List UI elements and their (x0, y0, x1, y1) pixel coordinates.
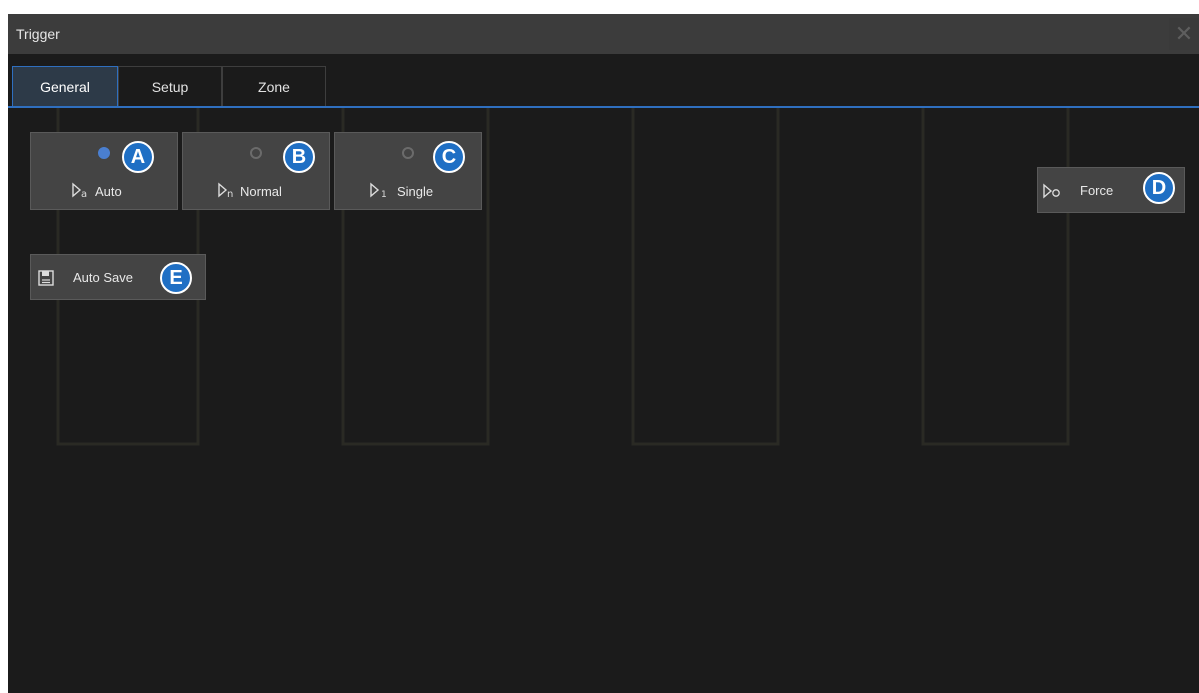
trigger-normal-icon: n (218, 182, 233, 199)
callout-d: D (1143, 172, 1175, 204)
tab-setup[interactable]: Setup (118, 66, 222, 106)
save-icon (38, 270, 54, 286)
title-bar: Trigger ✕ (8, 14, 1199, 54)
mode-auto-label: Auto (95, 184, 122, 199)
trigger-auto-icon: a (72, 182, 87, 199)
radio-normal (250, 147, 262, 159)
callout-c: C (433, 141, 465, 173)
callout-e: E (160, 262, 192, 294)
tab-underline (8, 106, 1199, 108)
mode-single-label: Single (397, 184, 434, 199)
tab-zone[interactable]: Zone (222, 66, 326, 106)
mode-single-button[interactable]: 1 Single (334, 132, 482, 210)
force-label: Force (1080, 183, 1114, 198)
mode-normal-label: Normal (240, 184, 282, 199)
trigger-single-icon: 1 (370, 182, 387, 199)
svg-text:1: 1 (381, 190, 387, 199)
callout-a: A (122, 141, 154, 173)
auto-save-label: Auto Save (73, 270, 133, 285)
close-icon[interactable]: ✕ (1169, 18, 1199, 50)
callout-b: B (283, 141, 315, 173)
mode-auto-button[interactable]: a Auto (30, 132, 178, 210)
trigger-dialog: Trigger ✕ General Setup Zone a Auto A n … (8, 14, 1199, 693)
radio-auto (98, 147, 110, 159)
dialog-title: Trigger (16, 26, 60, 42)
background-waveform (56, 47, 1070, 446)
svg-text:n: n (227, 189, 233, 199)
radio-single (402, 147, 414, 159)
tab-general[interactable]: General (12, 66, 118, 106)
trigger-force-icon (1043, 183, 1060, 199)
svg-text:a: a (81, 189, 87, 199)
